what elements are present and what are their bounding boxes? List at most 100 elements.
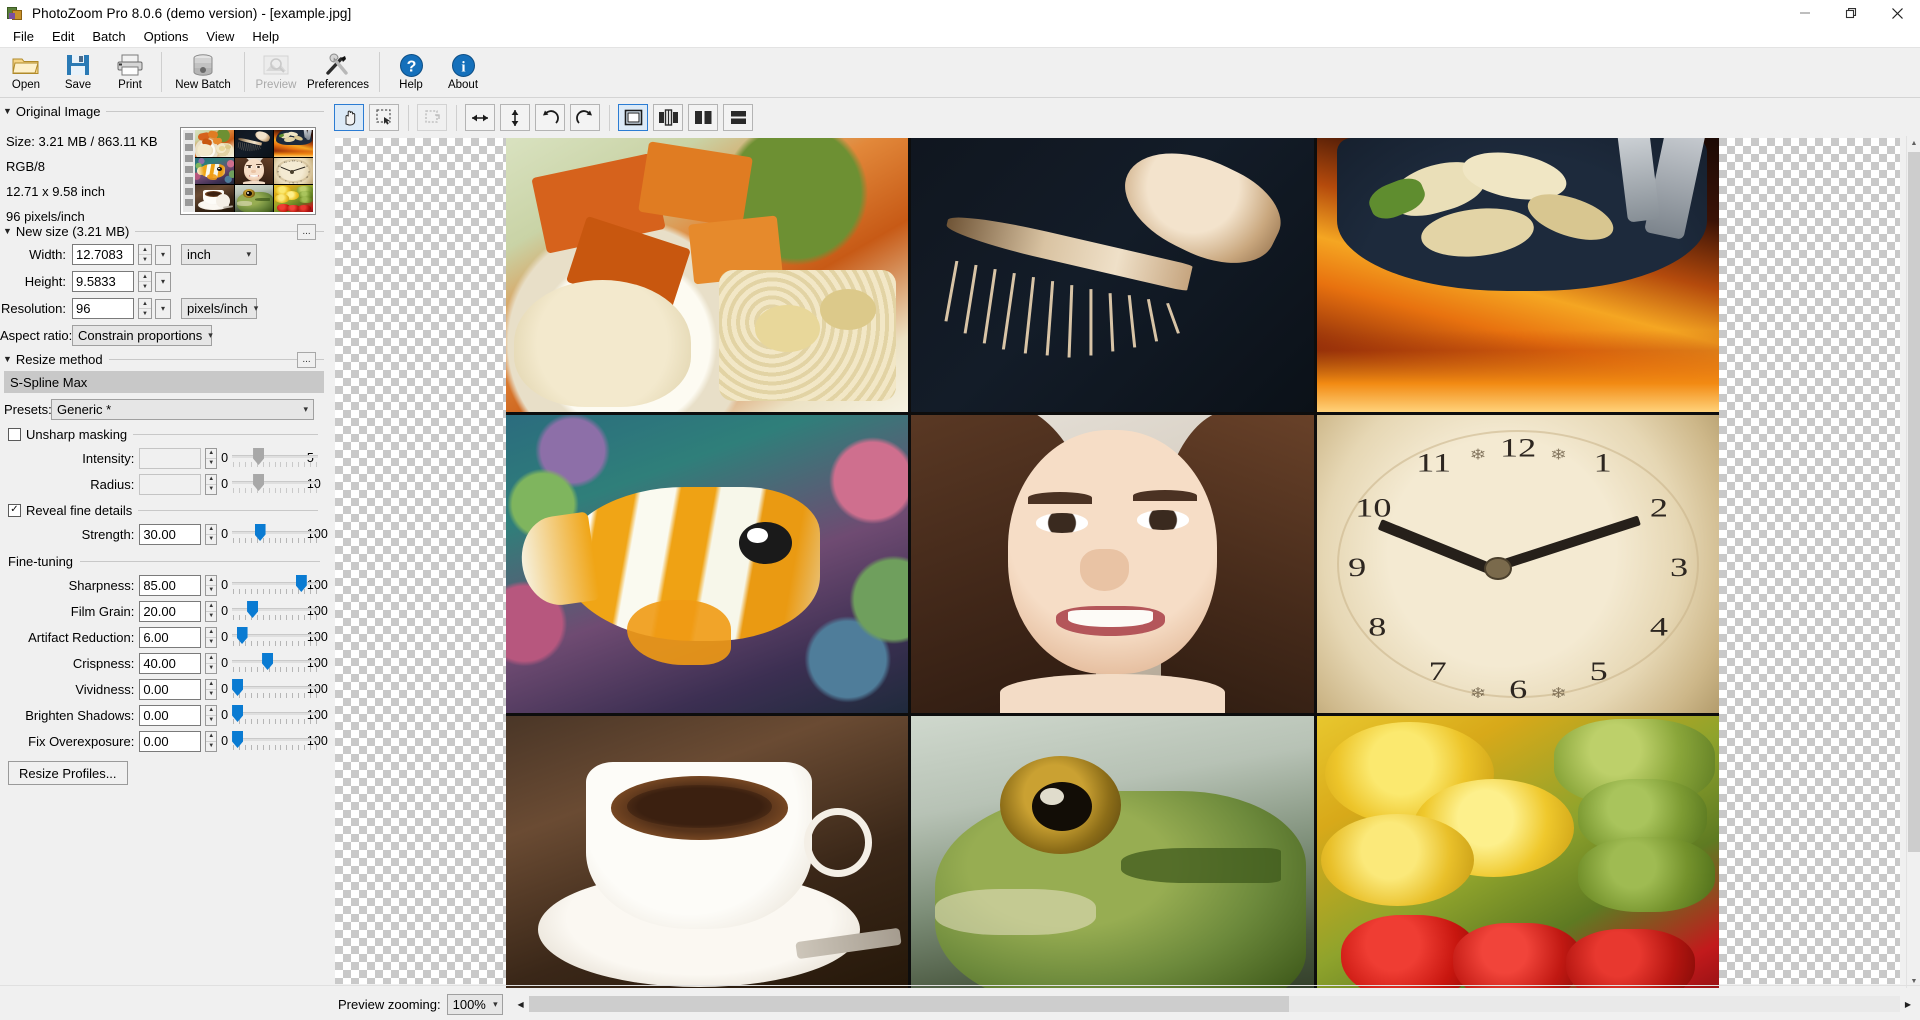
artifact-reduction-slider[interactable] bbox=[232, 625, 319, 649]
original-image-group-header[interactable]: ▼ Original Image bbox=[3, 103, 330, 120]
thumbnail-coffee-cup-photo bbox=[195, 185, 234, 212]
fix-overexposure-slider[interactable] bbox=[232, 729, 319, 753]
sharpness-stepper[interactable]: ▲ ▼ bbox=[205, 574, 218, 596]
height-stepper[interactable]: ▲ ▼ bbox=[138, 271, 152, 292]
sharpness-slider[interactable] bbox=[232, 573, 319, 597]
crispness-stepper[interactable]: ▲ ▼ bbox=[205, 652, 218, 674]
rotate-left-button[interactable] bbox=[535, 104, 565, 131]
artifact-reduction-input[interactable] bbox=[139, 626, 202, 648]
flip-horizontal-button[interactable] bbox=[465, 104, 495, 131]
toolbar-new-batch-button[interactable]: New Batch bbox=[167, 49, 239, 96]
toolbar-print-button[interactable]: Print bbox=[104, 49, 156, 96]
unsharp-masking-checkbox-row[interactable]: Unsharp masking bbox=[8, 425, 330, 443]
reveal-fine-details-checkbox-row[interactable]: ✓ Reveal fine details bbox=[8, 501, 330, 519]
resize-method-options-button[interactable]: ... bbox=[297, 352, 316, 368]
view-side-by-side-button[interactable] bbox=[688, 104, 718, 131]
crispness-input[interactable] bbox=[139, 652, 202, 674]
rotate-right-button[interactable] bbox=[570, 104, 600, 131]
unsharp-masking-checkbox[interactable] bbox=[8, 427, 21, 441]
resolution-unit-value: pixels/inch bbox=[187, 301, 248, 316]
film-grain-input[interactable] bbox=[139, 600, 202, 622]
height-input[interactable] bbox=[72, 271, 134, 292]
new-size-options-button[interactable]: ... bbox=[297, 224, 316, 240]
view-stacked-button[interactable] bbox=[723, 104, 753, 131]
intensity-min-label: 0 bbox=[221, 451, 229, 465]
view-single-button[interactable] bbox=[618, 104, 648, 131]
strength-slider[interactable] bbox=[232, 522, 319, 546]
toolbar-open-button[interactable]: Open bbox=[0, 49, 52, 96]
width-stepper[interactable]: ▲ ▼ bbox=[138, 244, 152, 265]
preview-toolbar-separator bbox=[609, 104, 610, 131]
minimize-icon[interactable] bbox=[1782, 0, 1828, 26]
status-bar: Preview zooming: 100% ▾ ◀ ▶ bbox=[330, 988, 1920, 1020]
flip-vertical-button[interactable] bbox=[500, 104, 530, 131]
crispness-slider[interactable] bbox=[232, 651, 319, 675]
status-left-filler bbox=[0, 988, 330, 1020]
height-lock-button[interactable]: ▾ bbox=[155, 271, 171, 292]
resize-profiles-button[interactable]: Resize Profiles... bbox=[8, 761, 128, 785]
film-grain-slider[interactable] bbox=[232, 599, 319, 623]
toolbar-about-button[interactable]: i About bbox=[437, 49, 489, 96]
vividness-stepper[interactable]: ▲ ▼ bbox=[205, 678, 218, 700]
strength-stepper[interactable]: ▲ ▼ bbox=[205, 523, 218, 545]
resolution-lock-button[interactable]: ▾ bbox=[155, 298, 171, 319]
vividness-input[interactable] bbox=[139, 678, 202, 700]
unit-select[interactable]: inch ▾ bbox=[181, 244, 257, 265]
photozoom-logo-icon bbox=[7, 5, 23, 21]
aspect-ratio-select[interactable]: Constrain proportions ▾ bbox=[72, 325, 213, 346]
restore-icon[interactable] bbox=[1828, 0, 1874, 26]
preview-canvas[interactable]: 12 1 2 345 678 9 10 11 ❄ ❄ ❄ ❄ bbox=[330, 136, 1920, 988]
vertical-scroll-thumb[interactable] bbox=[1908, 152, 1920, 852]
artifact-reduction-stepper[interactable]: ▲ ▼ bbox=[205, 626, 218, 648]
strength-input[interactable] bbox=[139, 523, 202, 545]
scroll-up-icon[interactable]: ▲ bbox=[1907, 136, 1920, 150]
menu-batch[interactable]: Batch bbox=[83, 27, 134, 46]
svg-text:?: ? bbox=[406, 58, 416, 75]
horizontal-scroll-track[interactable] bbox=[528, 996, 1900, 1012]
svg-text:3: 3 bbox=[308, 170, 310, 173]
original-image-thumbnail[interactable]: 12 1 2 345 6 7 8 9 10 11 ❄ ❄ ❄ ❄ bbox=[180, 127, 316, 215]
menu-view[interactable]: View bbox=[197, 27, 243, 46]
vividness-slider[interactable] bbox=[232, 677, 319, 701]
film-grain-stepper[interactable]: ▲ ▼ bbox=[205, 600, 218, 622]
close-icon[interactable] bbox=[1874, 0, 1920, 26]
toolbar-help-button[interactable]: ? Help bbox=[385, 49, 437, 96]
width-lock-button[interactable]: ▾ bbox=[155, 244, 171, 265]
resize-method-group-header[interactable]: ▼ Resize method ... bbox=[3, 351, 330, 368]
preview-toolbar-separator bbox=[408, 104, 409, 131]
resize-method-value[interactable]: S-Spline Max bbox=[4, 371, 324, 393]
preview-zoom-select[interactable]: 100% ▾ bbox=[446, 993, 503, 1015]
fix-overexposure-stepper[interactable]: ▲ ▼ bbox=[205, 730, 218, 752]
strength-label: Strength: bbox=[81, 526, 135, 542]
brighten-shadows-stepper[interactable]: ▲ ▼ bbox=[205, 704, 218, 726]
marquee-select-tool-button[interactable] bbox=[369, 104, 399, 131]
preview-image[interactable]: 12 1 2 345 678 9 10 11 ❄ ❄ ❄ ❄ bbox=[506, 138, 1719, 988]
toolbar-preferences-button[interactable]: Preferences bbox=[302, 49, 374, 96]
reveal-fine-details-checkbox[interactable]: ✓ bbox=[8, 503, 21, 517]
wrench-screwdriver-icon bbox=[324, 52, 352, 78]
left-arrow-icon[interactable]: ◀ bbox=[513, 996, 529, 1012]
vertical-scrollbar[interactable]: ▲ ▼ bbox=[1906, 136, 1920, 988]
horizontal-scroll-thumb[interactable] bbox=[528, 996, 1289, 1012]
menu-options[interactable]: Options bbox=[135, 27, 198, 46]
presets-select[interactable]: Generic * ▾ bbox=[51, 399, 314, 420]
new-size-group-header[interactable]: ▼ New size (3.21 MB) ... bbox=[3, 223, 330, 240]
resolution-stepper[interactable]: ▲ ▼ bbox=[138, 298, 152, 319]
width-input[interactable] bbox=[72, 244, 134, 265]
view-split-button[interactable] bbox=[653, 104, 683, 131]
original-image-group-title: Original Image bbox=[15, 104, 101, 119]
resolution-input[interactable] bbox=[72, 298, 134, 319]
menu-edit[interactable]: Edit bbox=[43, 27, 83, 46]
resolution-unit-select[interactable]: pixels/inch ▾ bbox=[181, 298, 258, 319]
toolbar-button-label: Print bbox=[118, 79, 142, 91]
toolbar-save-button[interactable]: Save bbox=[52, 49, 104, 96]
right-arrow-icon[interactable]: ▶ bbox=[1900, 996, 1916, 1012]
sharpness-input[interactable] bbox=[139, 574, 202, 596]
pan-hand-tool-button[interactable] bbox=[334, 104, 364, 131]
menu-help[interactable]: Help bbox=[243, 27, 288, 46]
brighten-shadows-slider[interactable] bbox=[232, 703, 319, 727]
fix-overexposure-input[interactable] bbox=[139, 730, 202, 752]
brighten-shadows-input[interactable] bbox=[139, 704, 202, 726]
horizontal-scrollbar[interactable]: ◀ ▶ bbox=[513, 996, 1916, 1012]
menu-file[interactable]: File bbox=[4, 27, 43, 46]
